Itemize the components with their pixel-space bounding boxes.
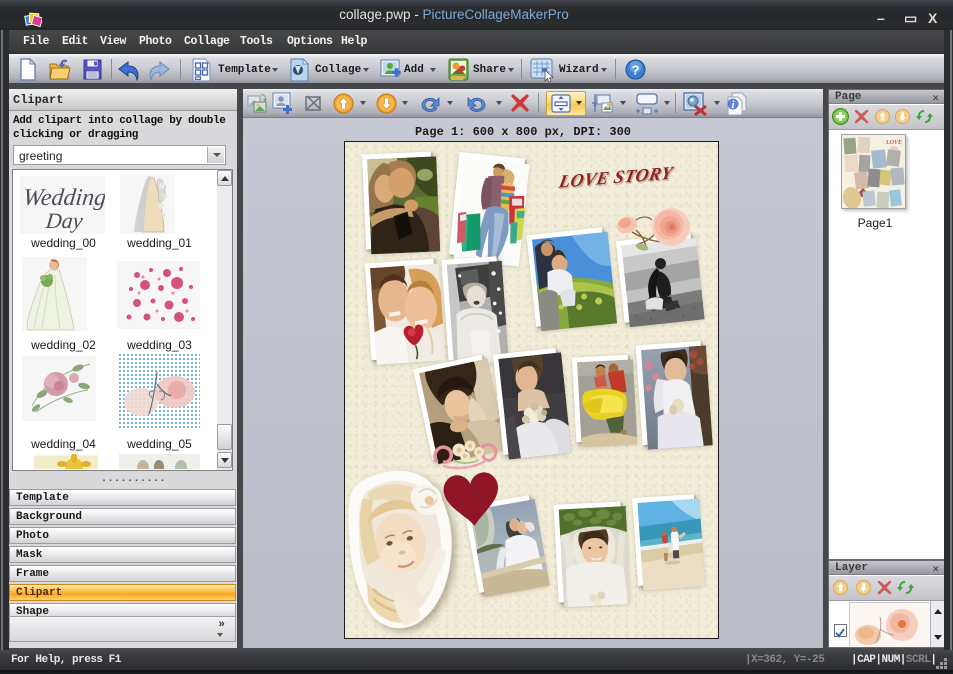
svg-text:?: ? — [632, 63, 640, 78]
svg-text:Day: Day — [44, 208, 84, 233]
